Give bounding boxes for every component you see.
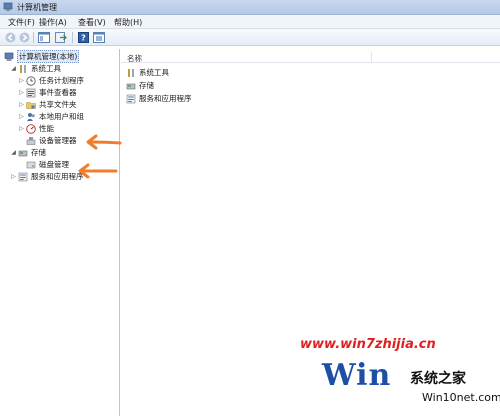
tree-item-label: 事件查看器 [39, 88, 77, 97]
column-header-label: 名称 [127, 54, 142, 63]
menu-action[interactable]: 操作(A) [39, 17, 67, 28]
menu-view[interactable]: 查看(V) [78, 17, 106, 28]
logo-site-text: Win10net.com [422, 391, 500, 404]
tree-item-label: 存储 [31, 148, 46, 157]
navigation-tree: 计算机管理(本地) ◢ 系统工具 ▷ 任务计划程序 ▷ 事件查看器 ▷ 共享文件… [3, 49, 120, 416]
properties-icon[interactable] [92, 31, 105, 44]
back-arrow-icon[interactable] [4, 31, 17, 44]
help-icon[interactable]: ? [77, 31, 90, 44]
menu-bar: 文件(F) 操作(A) 查看(V) 帮助(H) [0, 15, 500, 29]
toolbar: ? [0, 29, 500, 46]
tree-item-disk-management[interactable]: 磁盘管理 [26, 159, 69, 170]
tree-item-label: 性能 [39, 124, 54, 133]
services-icon [126, 94, 136, 103]
menu-help[interactable]: 帮助(H) [114, 17, 142, 28]
svg-text:?: ? [81, 34, 86, 43]
computer-management-icon [3, 2, 13, 11]
tree-item-label: 系统工具 [31, 64, 61, 73]
list-item-storage[interactable]: 存储 [126, 80, 154, 91]
performance-icon [26, 123, 36, 134]
collapsed-arrow-icon[interactable]: ▷ [18, 100, 25, 109]
watermark-url: www.win7zhijia.cn [300, 337, 436, 352]
collapsed-arrow-icon[interactable]: ▷ [10, 172, 17, 181]
users-icon [27, 112, 35, 121]
logo-brand-text: 系统之家 [410, 371, 466, 387]
collapsed-arrow-icon[interactable]: ▷ [18, 124, 25, 133]
tree-item-label: 设备管理器 [39, 136, 77, 145]
list-item-label: 存储 [139, 81, 154, 90]
column-header-name[interactable]: 名称 [121, 52, 500, 63]
toolbar-divider [72, 32, 73, 43]
disk-icon [26, 161, 36, 168]
tree-root[interactable]: 计算机管理(本地) [4, 50, 80, 63]
tools-icon [20, 64, 26, 73]
tree-item-local-users[interactable]: ▷ 本地用户和组 [18, 111, 84, 122]
forward-arrow-icon[interactable] [18, 31, 31, 44]
tree-item-event-viewer[interactable]: ▷ 事件查看器 [18, 87, 77, 98]
tree-root-label: 计算机管理(本地) [17, 50, 80, 63]
shared-folder-icon [26, 101, 36, 109]
services-icon [18, 172, 28, 181]
tree-item-storage[interactable]: ◢ 存储 [10, 147, 46, 158]
tree-item-device-manager[interactable]: 设备管理器 [26, 135, 77, 146]
list-item-services-apps[interactable]: 服务和应用程序 [126, 93, 192, 104]
list-item-system-tools[interactable]: 系统工具 [126, 67, 169, 78]
storage-icon [18, 150, 28, 156]
toolbar-divider [33, 32, 34, 43]
list-item-label: 系统工具 [139, 68, 169, 77]
storage-icon [126, 83, 136, 89]
collapsed-arrow-icon[interactable]: ▷ [18, 112, 25, 121]
computer-management-icon [4, 52, 14, 61]
show-tree-icon[interactable] [37, 31, 50, 44]
tree-item-services-apps[interactable]: ▷ 服务和应用程序 [10, 171, 83, 182]
title-bar: 计算机管理 [0, 0, 500, 15]
device-manager-icon [26, 136, 36, 145]
win10net-logo: Win 系统之家 Win10net.com [322, 358, 500, 416]
annotation-arrow-device-manager [86, 134, 122, 150]
expanded-arrow-icon[interactable]: ◢ [10, 148, 17, 157]
tree-item-label: 本地用户和组 [39, 112, 84, 121]
clock-icon [26, 75, 36, 86]
tree-item-label: 磁盘管理 [39, 160, 69, 169]
watermark-url-text: www.win7zhijia.cn [300, 337, 436, 352]
expanded-arrow-icon[interactable]: ◢ [10, 64, 17, 73]
tree-item-label: 共享文件夹 [39, 100, 77, 109]
window-title: 计算机管理 [17, 3, 57, 12]
collapsed-arrow-icon[interactable]: ▷ [18, 88, 25, 97]
annotation-arrow-disk-management [78, 163, 118, 179]
logo-win-text: Win [322, 358, 392, 393]
menu-file[interactable]: 文件(F) [8, 17, 35, 28]
tree-item-label: 任务计划程序 [39, 76, 84, 85]
tree-item-task-scheduler[interactable]: ▷ 任务计划程序 [18, 75, 84, 86]
tree-item-performance[interactable]: ▷ 性能 [18, 123, 54, 134]
event-viewer-icon [26, 88, 36, 97]
export-list-icon[interactable] [54, 31, 67, 44]
tree-item-shared-folders[interactable]: ▷ 共享文件夹 [18, 99, 77, 110]
tree-item-system-tools[interactable]: ◢ 系统工具 [10, 63, 61, 74]
collapsed-arrow-icon[interactable]: ▷ [18, 76, 25, 85]
tools-icon [128, 68, 134, 77]
list-item-label: 服务和应用程序 [139, 94, 192, 103]
column-divider[interactable] [371, 52, 372, 63]
